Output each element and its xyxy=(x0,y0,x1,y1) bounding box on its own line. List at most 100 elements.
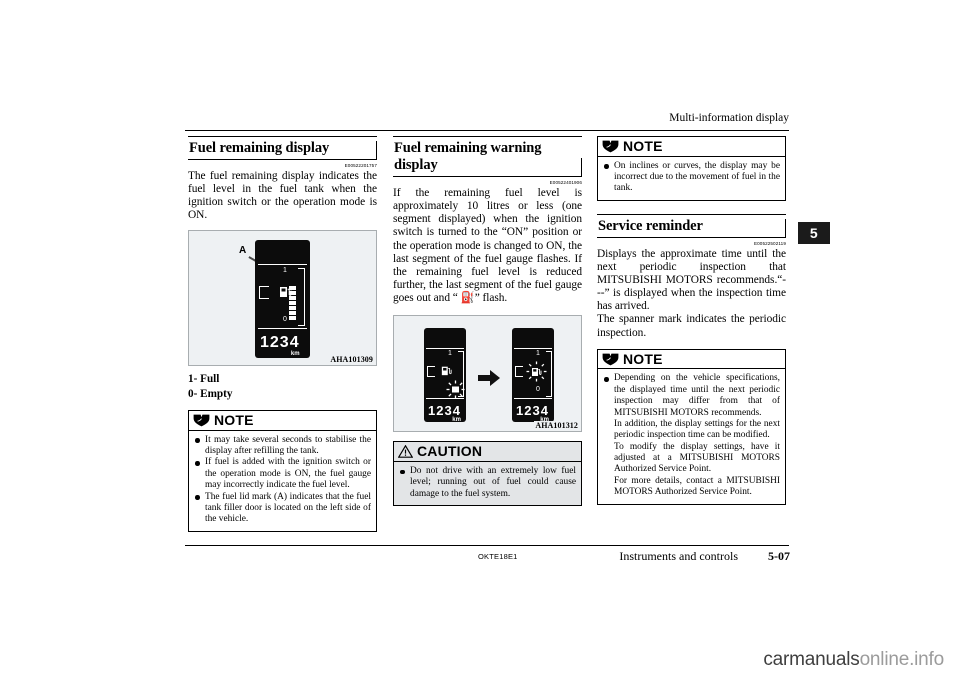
book-icon xyxy=(193,414,210,427)
manual-page: Multi-information display 5 Fuel remaini… xyxy=(0,0,960,679)
note-item-continuation: To modify the display settings, have it … xyxy=(614,441,780,475)
reference-code: E00522401906 xyxy=(549,180,582,186)
lcd-cluster: 1 0 1234 km xyxy=(255,240,310,359)
figure-fuel-warning: 1 1234 km 1 0 1234 km AHA101312 xyxy=(393,315,582,433)
caution-list: Do not drive with an extremely low fuel … xyxy=(399,466,576,500)
note-header: NOTE xyxy=(598,137,785,157)
odometer: 1234 km xyxy=(428,403,461,423)
watermark-prefix: carmanuals xyxy=(763,649,860,670)
note-title: NOTE xyxy=(623,138,663,154)
flashing-segment-icon xyxy=(446,380,465,399)
odometer-value: 1234 xyxy=(260,334,300,352)
gauge-segment xyxy=(289,296,296,301)
body-paragraph: The fuel remaining display indicates the… xyxy=(188,169,377,222)
legend-item-full: 1- Full xyxy=(188,373,220,386)
note-box-right-top: NOTE On inclines or curves, the display … xyxy=(597,136,786,201)
gauge-bracket xyxy=(298,268,305,327)
legend-item-empty: 0- Empty xyxy=(188,387,233,400)
lcd-divider-top xyxy=(257,264,308,266)
note-body: Depending on the vehicle specifications,… xyxy=(598,369,785,503)
figure-id: AHA101312 xyxy=(534,421,579,431)
fuel-gauge-segments xyxy=(289,272,296,321)
note-title: NOTE xyxy=(623,350,663,367)
note-header: NOTE xyxy=(189,411,376,431)
reference-code: E00522201757 xyxy=(344,163,377,169)
column-right: NOTE On inclines or curves, the display … xyxy=(597,136,786,505)
gauge-segment xyxy=(289,291,296,296)
book-icon xyxy=(602,353,619,366)
figure-fuel-gauge: A 1 0 1234 km AHA101309 xyxy=(188,230,377,367)
note-item: If fuel is added with the ignition switc… xyxy=(194,457,371,491)
note-list: It may take several seconds to stabilise… xyxy=(194,435,371,526)
odometer-value: 1234 xyxy=(516,403,549,419)
heading-tick xyxy=(581,158,582,177)
gauge-segment xyxy=(289,301,296,306)
odometer: 1234 km xyxy=(516,403,549,423)
page-title: Fuel remaining display xyxy=(189,140,330,156)
note-item: It may take several seconds to stabilise… xyxy=(194,435,371,458)
arrow-right-icon xyxy=(478,370,500,387)
figure-id: AHA101309 xyxy=(329,355,374,365)
figure-legend: 1- Full 0- Empty xyxy=(188,372,377,401)
footer-section-title: Instruments and controls xyxy=(619,549,738,563)
gauge-label-full: 1 xyxy=(536,350,540,358)
section-heading-fuel-remaining-display: Fuel remaining display xyxy=(188,136,377,161)
caution-header: CAUTION xyxy=(394,442,581,463)
gauge-segment xyxy=(289,316,296,321)
odometer-unit: km xyxy=(290,351,300,358)
reference-code: E00522502119 xyxy=(753,240,786,246)
gauge-label-empty: 0 xyxy=(536,386,540,394)
caution-item: Do not drive with an extremely low fuel … xyxy=(399,466,576,500)
gauge-segment xyxy=(289,311,296,316)
odometer: 1234 km xyxy=(260,334,300,357)
document-code: OKTE18E1 xyxy=(478,552,518,561)
note-box-left: NOTE It may take several seconds to stab… xyxy=(188,410,377,532)
lcd-divider-top xyxy=(426,348,464,350)
watermark-suffix: online.info xyxy=(859,649,945,670)
fuel-pump-icon xyxy=(441,367,452,376)
flashing-fuel-warning-icon xyxy=(526,361,547,382)
lcd-divider-top xyxy=(514,348,552,350)
note-item-continuation: For more details, contact a MITSUBISHI M… xyxy=(614,475,780,498)
lcd-divider-bottom xyxy=(514,398,552,400)
lcd-cluster-after: 1 0 1234 km xyxy=(512,328,554,423)
lcd-divider-bottom xyxy=(257,328,308,330)
heading-tick xyxy=(376,141,377,160)
note-box-right-bottom: NOTE Depending on the vehicle specificat… xyxy=(597,348,786,505)
heading-rule-bottom xyxy=(188,159,377,161)
caution-box: CAUTION Do not drive with an extremely l… xyxy=(393,441,582,507)
section-title: Service reminder xyxy=(598,217,703,234)
note-item: On inclines or curves, the display may b… xyxy=(603,161,780,195)
gauge-segment xyxy=(289,286,296,291)
caution-body: Do not drive with an extremely low fuel … xyxy=(394,462,581,506)
note-list: On inclines or curves, the display may b… xyxy=(603,161,780,195)
section-heading-fuel-warning: Fuel remaining warning display xyxy=(393,136,582,178)
section-title: Fuel remaining warning display xyxy=(394,140,542,174)
bracket-icon xyxy=(515,366,523,378)
odometer-value: 1234 xyxy=(428,403,461,419)
callout-label-a: A xyxy=(239,245,247,257)
body-paragraph: If the remaining fuel level is approxima… xyxy=(393,186,582,305)
body-paragraph: Displays the approximate time until the … xyxy=(597,247,786,313)
bracket-icon xyxy=(259,286,269,300)
heading-tick xyxy=(785,218,786,237)
watermark: carmanualsonline.info xyxy=(763,649,944,671)
caution-title: CAUTION xyxy=(417,443,483,460)
heading-rule-bottom xyxy=(597,236,786,238)
book-icon xyxy=(602,140,619,153)
page-number: 5-07 xyxy=(768,549,790,563)
lcd-cluster-before: 1 1234 km xyxy=(424,328,466,423)
note-item: The fuel lid mark (A) indicates that the… xyxy=(194,492,371,526)
section-heading-service-reminder: Service reminder xyxy=(597,213,786,238)
note-body: On inclines or curves, the display may b… xyxy=(598,157,785,200)
note-title: NOTE xyxy=(214,412,254,429)
note-list: Depending on the vehicle specifications,… xyxy=(603,373,780,498)
running-header: Multi-information display xyxy=(669,112,789,124)
bracket-icon xyxy=(427,366,435,378)
note-item-continuation: In addition, the display settings for th… xyxy=(614,418,780,441)
footer-rule xyxy=(185,545,789,546)
column-middle: Fuel remaining warning display E00522401… xyxy=(393,136,582,507)
gauge-label-full: 1 xyxy=(448,350,452,358)
note-item: Depending on the vehicle specifications,… xyxy=(603,373,780,498)
heading-rule-bottom xyxy=(393,176,582,178)
